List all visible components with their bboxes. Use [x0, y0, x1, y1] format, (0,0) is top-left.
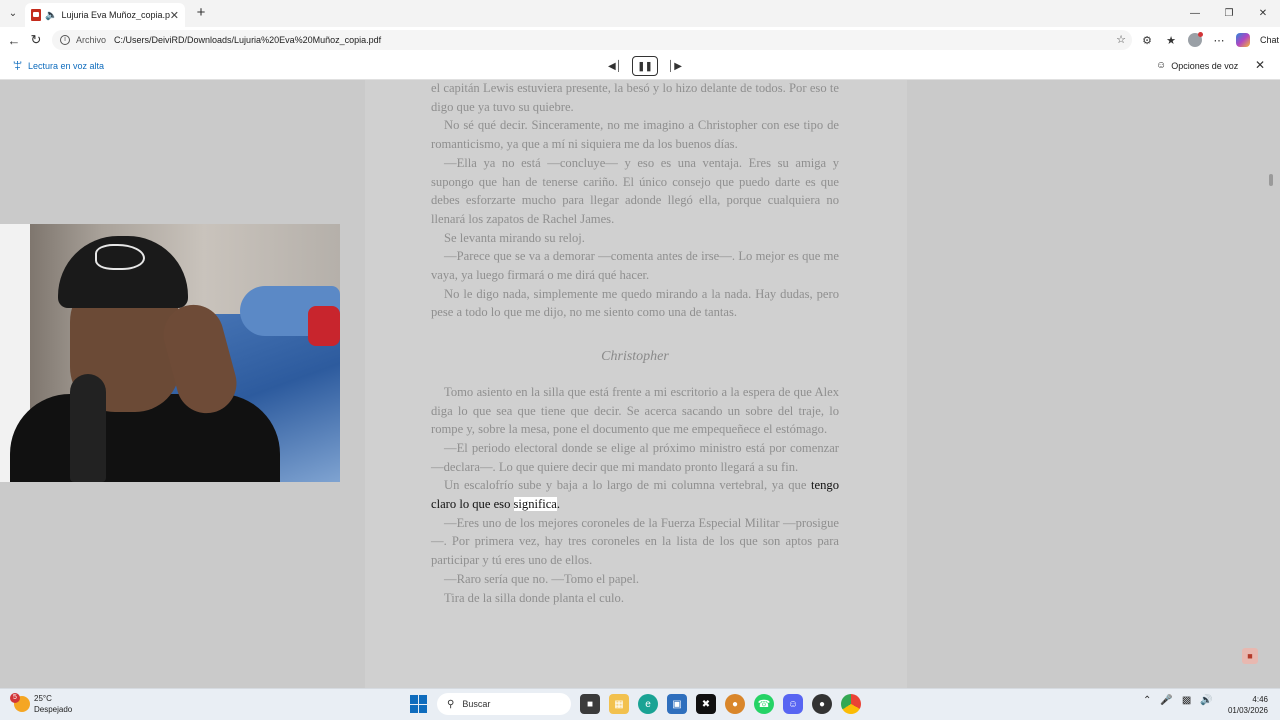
weather-widget[interactable]: 5 25°C Despejado: [10, 693, 73, 715]
webcam-overlay: [0, 224, 340, 482]
clock[interactable]: 4:46 01/03/2026: [1226, 694, 1268, 716]
minimize-button[interactable]: —: [1178, 0, 1212, 27]
voice-options-icon: ☺: [1156, 60, 1167, 71]
reading-before: Un escalofrío sube y baja a lo largo de …: [444, 478, 807, 493]
microphone: [70, 374, 106, 482]
clock-time: 4:46: [1252, 695, 1268, 704]
scrollbar-thumb[interactable]: [1269, 174, 1273, 186]
reading-after: .: [556, 497, 561, 512]
tab-strip: ⌄ 🔈 Lujuria Eva Muñoz_copia.pdf ✕ + — ❐ …: [0, 0, 1280, 27]
read-aloud-label: Lectura en voz alta: [28, 61, 105, 71]
paragraph: —Ella ya no está —concluye— y eso es una…: [431, 155, 839, 226]
start-button[interactable]: [410, 695, 428, 713]
paragraph: —Raro sería que no. —Tomo el papel.: [444, 571, 639, 586]
paragraph-reading: Un escalofrío sube y baja a lo largo de …: [431, 476, 839, 513]
current-word: significa: [513, 497, 557, 512]
profile-avatar[interactable]: [1186, 31, 1204, 49]
voice-options-label: Opciones de voz: [1171, 60, 1239, 71]
file-explorer-icon[interactable]: ▦: [609, 694, 629, 714]
search-placeholder: Buscar: [462, 699, 491, 709]
app-orange-icon[interactable]: ●: [725, 694, 745, 714]
favorite-star-icon[interactable]: ☆: [1116, 33, 1126, 46]
task-view-icon[interactable]: ■: [580, 694, 600, 714]
taskbar-apps: ⚲ Buscar ■ ▦ e ▣ ✖ ● ☎ ☺ ●: [410, 693, 861, 715]
microphone-icon[interactable]: 🎤: [1160, 695, 1172, 706]
close-window-button[interactable]: ✕: [1246, 0, 1280, 27]
favorites-icon[interactable]: ★: [1162, 31, 1180, 49]
paragraph: —El periodo electoral donde se elige al …: [431, 440, 839, 474]
address-bar[interactable]: i Archivo C:/Users/DeiviRD/Downloads/Luj…: [52, 30, 1132, 50]
address-scheme: Archivo: [76, 35, 107, 45]
new-tab-button[interactable]: +: [193, 5, 209, 21]
read-aloud-bar: ’‡’ Lectura en voz alta ◀│ ❚❚ │▶ ☺ Opcio…: [0, 53, 1280, 80]
system-tray: ⌃ 🎤 ▩ 🔊: [1143, 695, 1213, 706]
chat-button[interactable]: Chat: [1260, 35, 1279, 45]
pause-button[interactable]: ❚❚: [632, 56, 658, 76]
paragraph: Se levanta mirando su reloj.: [444, 230, 585, 245]
edge-icon[interactable]: e: [638, 694, 658, 714]
capcut-icon[interactable]: ✖: [696, 694, 716, 714]
paragraph: —Eres uno de los mejores coroneles de la…: [431, 515, 839, 568]
chapter-heading: Christopher: [601, 349, 669, 365]
more-menu-icon[interactable]: ⋯: [1210, 31, 1228, 49]
read-aloud-controls: ◀│ ❚❚ │▶: [606, 56, 684, 76]
next-paragraph-icon[interactable]: │▶: [666, 56, 684, 76]
window-controls: — ❐ ✕: [1178, 0, 1280, 27]
pdf-app-icon: ■: [1242, 648, 1258, 664]
whatsapp-icon[interactable]: ☎: [754, 694, 774, 714]
weather-sun-icon: 5: [10, 693, 30, 712]
tab-close-icon[interactable]: ✕: [170, 9, 179, 22]
extensions-icon[interactable]: ⚙: [1138, 31, 1156, 49]
app-dark-icon[interactable]: ●: [812, 694, 832, 714]
toolbar-right: ⚙ ★ ⋯ Chat: [1138, 31, 1279, 49]
speaker-icon[interactable]: 🔈: [45, 10, 57, 21]
browser-toolbar: ← ↻ i Archivo C:/Users/DeiviRD/Downloads…: [0, 27, 1280, 53]
paragraph: el capitán Lewis estuviera presente, la …: [431, 81, 839, 114]
weather-badge: 5: [10, 693, 20, 703]
taskbar: 5 25°C Despejado ⚲ Buscar ■ ▦ e ▣ ✖ ● ☎ …: [0, 688, 1280, 720]
read-aloud-icon: ’‡’: [13, 60, 22, 72]
store-icon[interactable]: ▣: [667, 694, 687, 714]
volume-icon[interactable]: 🔊: [1200, 695, 1212, 706]
search-icon: ⚲: [447, 698, 455, 710]
weather-condition: Despejado: [34, 705, 73, 714]
tab-list-chevron-icon[interactable]: ⌄: [4, 5, 22, 23]
paragraph: Tomo asiento en la silla que está frente…: [431, 384, 839, 437]
restore-button[interactable]: ❐: [1212, 0, 1246, 27]
weather-temp: 25°C: [34, 694, 52, 703]
read-aloud-label-group: ’‡’ Lectura en voz alta: [13, 60, 104, 72]
discord-icon[interactable]: ☺: [783, 694, 803, 714]
chrome-icon[interactable]: [841, 694, 861, 714]
previous-paragraph-icon[interactable]: ◀│: [606, 56, 624, 76]
info-icon[interactable]: i: [60, 35, 70, 45]
back-button[interactable]: ←: [3, 29, 25, 51]
pdf-icon: [31, 9, 41, 21]
tray-chevron-icon[interactable]: ⌃: [1143, 695, 1151, 706]
refresh-button[interactable]: ↻: [25, 29, 47, 51]
clock-date: 01/03/2026: [1227, 706, 1268, 715]
tab-title: Lujuria Eva Muñoz_copia.pdf: [61, 10, 170, 20]
paragraph: No sé qué decir. Sinceramente, no me ima…: [431, 118, 839, 152]
close-read-aloud-icon[interactable]: ✕: [1255, 58, 1265, 72]
page-text: el capitán Lewis estuviera presente, la …: [431, 80, 839, 607]
paragraph: —Parece que se va a demorar —comenta ant…: [431, 249, 839, 283]
taskbar-search[interactable]: ⚲ Buscar: [437, 693, 571, 715]
address-url[interactable]: C:/Users/DeiviRD/Downloads/Lujuria%20Eva…: [114, 35, 381, 45]
network-icon[interactable]: ▩: [1182, 695, 1191, 706]
copilot-icon[interactable]: [1234, 31, 1252, 49]
paragraph: Tira de la silla donde planta el culo.: [444, 590, 625, 605]
paragraph: No le digo nada, simplemente me quedo mi…: [431, 286, 839, 320]
tab-active[interactable]: 🔈 Lujuria Eva Muñoz_copia.pdf ✕: [25, 3, 185, 27]
voice-options-button[interactable]: ☺ Opciones de voz: [1156, 60, 1238, 71]
